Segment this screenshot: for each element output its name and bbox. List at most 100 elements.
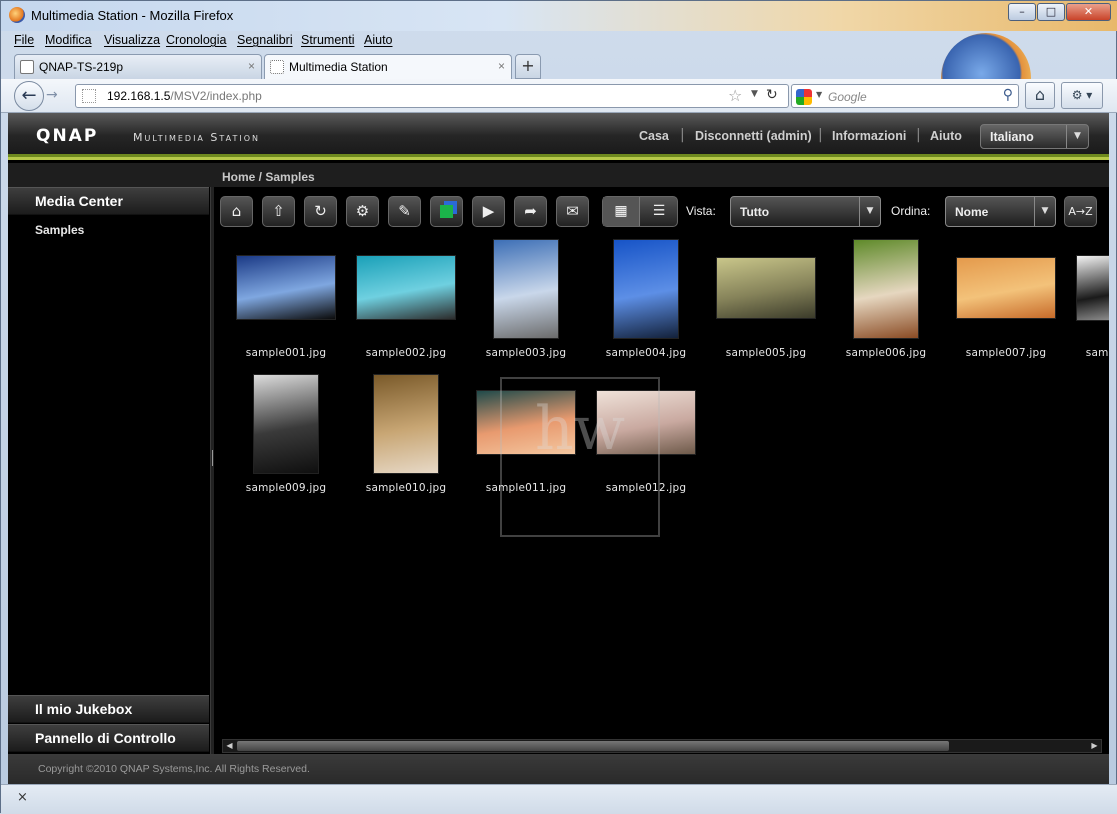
- home-icon[interactable]: ⌂: [220, 196, 253, 227]
- thumbnail-caption: sample007.jpg: [965, 347, 1047, 359]
- close-button[interactable]: ✕: [1066, 3, 1111, 21]
- thumbnail-image[interactable]: [253, 374, 319, 474]
- sidebar-item-label: Pannello di Controllo: [35, 730, 176, 746]
- sidebar-item-samples[interactable]: Samples: [35, 223, 84, 237]
- thumbnail-image[interactable]: [356, 255, 456, 320]
- sort-order-icon[interactable]: A→Z: [1064, 196, 1097, 227]
- thumbnail-item[interactable]: sample004.jpg: [591, 239, 711, 369]
- watermark-logo: hw: [500, 377, 660, 537]
- refresh-icon[interactable]: ↻: [304, 196, 337, 227]
- thumbnail-item[interactable]: sample010.jpg: [351, 374, 471, 504]
- thumbnail-caption: sample006.jpg: [845, 347, 927, 359]
- tab-close-icon[interactable]: ×: [498, 59, 505, 73]
- minimize-button[interactable]: –: [1008, 3, 1036, 21]
- new-tab-button[interactable]: +: [515, 54, 541, 79]
- reload-icon[interactable]: ↻: [766, 87, 778, 103]
- sidebar-item-jukebox[interactable]: Il mio Jukebox: [8, 695, 209, 723]
- copy-icon[interactable]: [430, 196, 463, 227]
- forward-button[interactable]: →: [46, 87, 58, 103]
- share-icon[interactable]: ➦: [514, 196, 547, 227]
- mail-icon[interactable]: ✉: [556, 196, 589, 227]
- thumbnail-item[interactable]: sample009.jpg: [231, 374, 351, 504]
- thumbnail-caption: sample008.jpg: [1085, 347, 1109, 359]
- chevron-down-icon[interactable]: ▼: [1034, 197, 1055, 226]
- tab-multimedia-station[interactable]: Multimedia Station ×: [264, 54, 512, 79]
- firefox-icon: [9, 7, 25, 23]
- thumbnail-item[interactable]: sample005.jpg: [711, 239, 831, 369]
- header-accent-line: [8, 157, 1109, 160]
- play-icon[interactable]: ▶: [472, 196, 505, 227]
- home-button[interactable]: ⌂: [1025, 82, 1055, 109]
- link-informazioni[interactable]: Informazioni: [832, 129, 906, 143]
- view-select[interactable]: Tutto ▼: [730, 196, 881, 227]
- scrollbar-thumb[interactable]: [237, 741, 949, 751]
- thumbnail-caption: sample002.jpg: [365, 347, 447, 359]
- menu-bar: File Modifica Visualizza Cronologia Segn…: [1, 31, 1117, 51]
- link-aiuto[interactable]: Aiuto: [930, 129, 962, 143]
- thumbnail-item[interactable]: sample001.jpg: [231, 239, 351, 369]
- edit-icon[interactable]: ✎: [388, 196, 421, 227]
- menu-file[interactable]: File: [14, 33, 34, 47]
- thumbnail-image[interactable]: [493, 239, 559, 339]
- list-view-icon[interactable]: ☰: [641, 197, 677, 226]
- horizontal-scrollbar[interactable]: ◀ ▶: [222, 739, 1102, 753]
- thumbnail-caption: sample010.jpg: [365, 482, 447, 494]
- tab-label: Multimedia Station: [289, 60, 388, 74]
- menu-strumenti[interactable]: Strumenti: [301, 33, 355, 47]
- thumbnail-image[interactable]: [613, 239, 679, 339]
- view-mode-toggle: ▦ ☰: [602, 196, 678, 227]
- close-icon[interactable]: ×: [17, 790, 28, 805]
- tab-close-icon[interactable]: ×: [248, 59, 255, 73]
- language-value: Italiano: [990, 130, 1034, 144]
- thumbnail-image[interactable]: [853, 239, 919, 339]
- thumbnail-image[interactable]: [236, 255, 336, 320]
- thumbnail-item[interactable]: sample007.jpg: [951, 239, 1071, 369]
- tab-qnap[interactable]: QNAP-TS-219p ×: [14, 54, 262, 79]
- upload-icon[interactable]: ⇧: [262, 196, 295, 227]
- address-bar[interactable]: 192.168.1.5/MSV2/index.php ☆ ▼ ↻: [75, 84, 789, 108]
- scroll-right-icon[interactable]: ▶: [1088, 740, 1101, 752]
- sort-select[interactable]: Nome ▼: [945, 196, 1056, 227]
- settings-icon[interactable]: ⚙: [346, 196, 379, 227]
- thumbnail-caption: sample001.jpg: [245, 347, 327, 359]
- menu-segnalibri[interactable]: Segnalibri: [237, 33, 293, 47]
- thumbnail-item[interactable]: sample008.jpg: [1071, 239, 1109, 369]
- url-text[interactable]: 192.168.1.5/MSV2/index.php: [107, 89, 262, 103]
- search-icon[interactable]: ⚲: [1003, 87, 1013, 103]
- search-bar[interactable]: ▼ Google ⚲: [791, 84, 1019, 108]
- thumbnail-image[interactable]: [716, 257, 816, 319]
- maximize-button[interactable]: □: [1037, 3, 1065, 21]
- menu-cronologia[interactable]: Cronologia: [166, 33, 226, 47]
- back-button[interactable]: ←: [14, 81, 44, 111]
- grid-view-icon[interactable]: ▦: [603, 197, 640, 226]
- google-icon[interactable]: [796, 89, 812, 105]
- page-favicon-icon: [270, 60, 284, 74]
- link-casa[interactable]: Casa: [639, 129, 669, 143]
- thumbnail-image[interactable]: [956, 257, 1056, 319]
- thumbnail-image[interactable]: [1076, 255, 1109, 321]
- site-identity-icon: [82, 89, 96, 103]
- language-select[interactable]: Italiano ▼: [980, 124, 1089, 149]
- bookmark-star-icon[interactable]: ☆: [728, 86, 742, 105]
- sidebar-item-media-center[interactable]: Media Center: [8, 187, 209, 215]
- sidebar-item-control-panel[interactable]: Pannello di Controllo: [8, 724, 209, 752]
- engine-dropdown-icon[interactable]: ▼: [816, 90, 822, 99]
- chevron-down-icon[interactable]: ▼: [1066, 125, 1088, 148]
- sort-value: Nome: [955, 205, 989, 219]
- addon-menu-button[interactable]: ⚙ ▾: [1061, 82, 1103, 109]
- history-dropdown-icon[interactable]: ▼: [751, 89, 758, 99]
- link-disconnetti[interactable]: Disconnetti (admin): [695, 129, 812, 143]
- thumbnail-item[interactable]: sample002.jpg: [351, 239, 471, 369]
- chevron-down-icon[interactable]: ▼: [859, 197, 880, 226]
- menu-visualizza[interactable]: Visualizza: [104, 33, 160, 47]
- thumbnail-item[interactable]: sample006.jpg: [831, 239, 951, 369]
- breadcrumb[interactable]: Home / Samples: [222, 170, 315, 184]
- scroll-left-icon[interactable]: ◀: [223, 740, 236, 752]
- thumbnail-image[interactable]: [373, 374, 439, 474]
- thumbnail-item[interactable]: sample003.jpg: [471, 239, 591, 369]
- menu-modifica[interactable]: Modifica: [45, 33, 92, 47]
- search-placeholder: Google: [828, 90, 867, 104]
- menu-aiuto[interactable]: Aiuto: [364, 33, 393, 47]
- sort-label: Ordina:: [891, 204, 931, 218]
- thumbnail-caption: sample003.jpg: [485, 347, 567, 359]
